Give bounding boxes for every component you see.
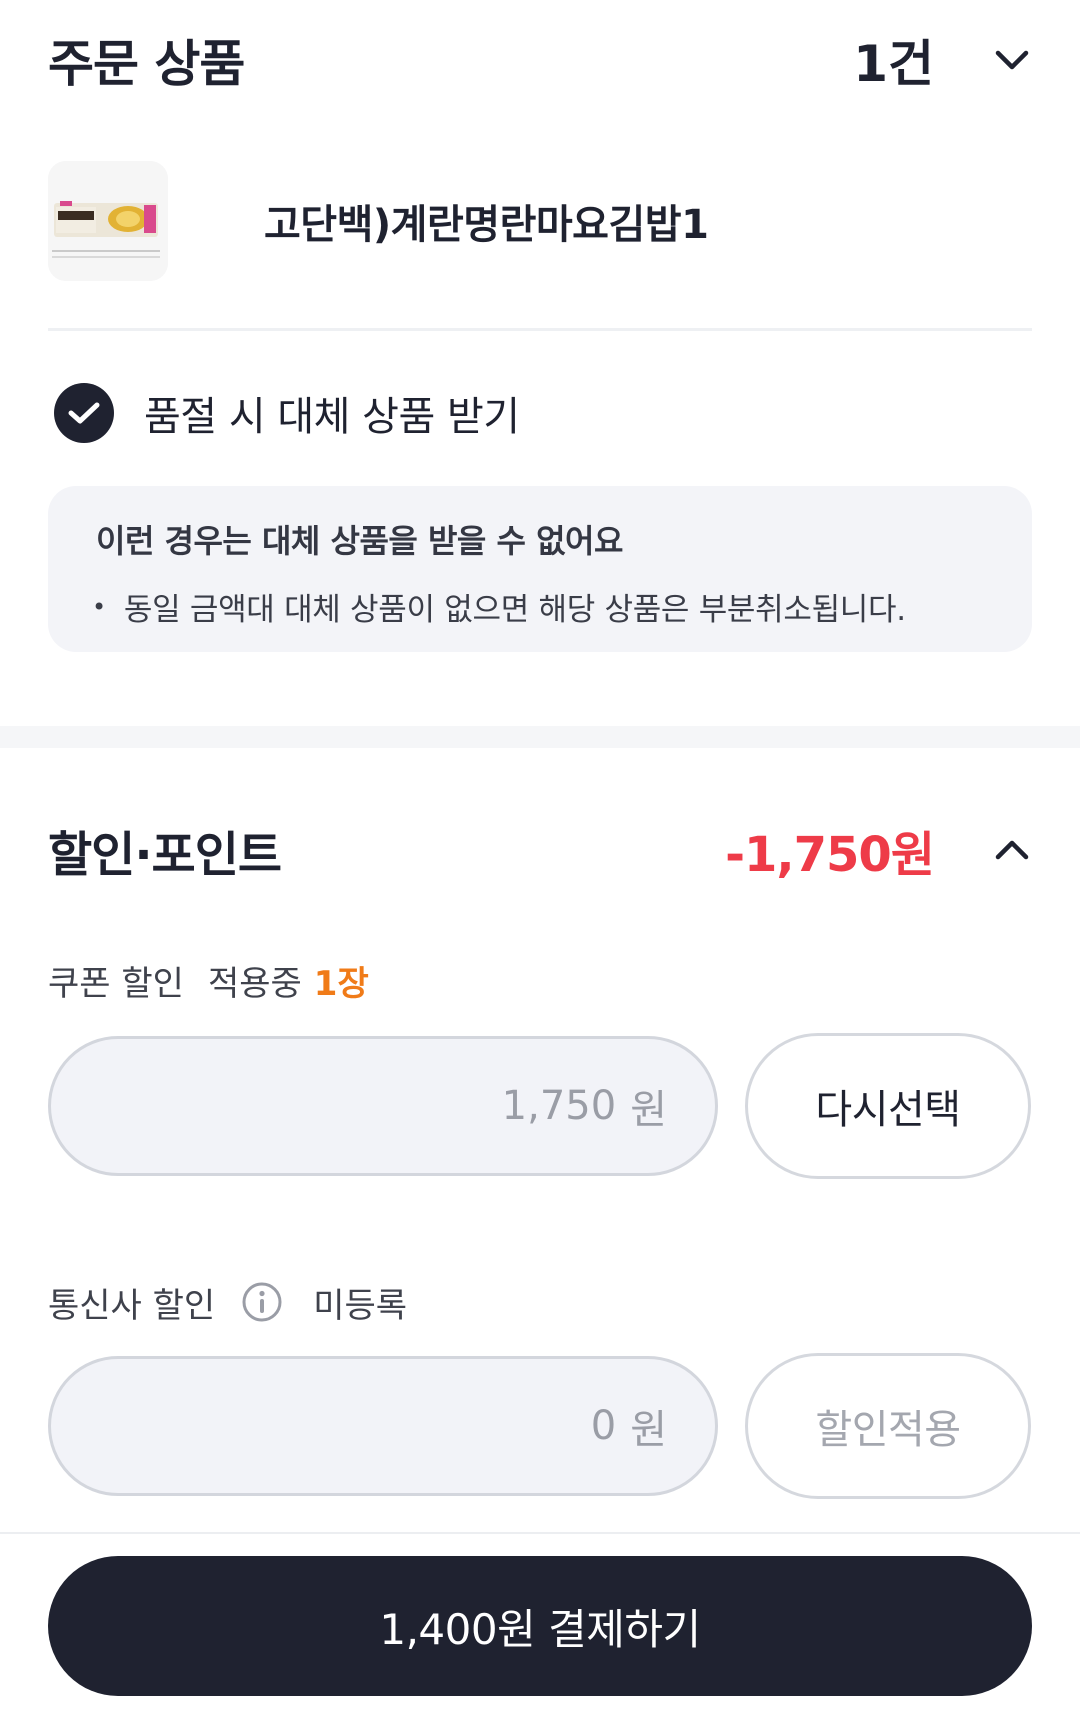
apply-carrier-discount-button[interactable]: 할인적용 [745,1353,1031,1499]
pay-button[interactable]: 1,400원 결제하기 [48,1556,1032,1696]
chevron-down-icon[interactable] [992,40,1032,80]
discount-summary: -1,750원 [725,815,1032,885]
checkout-page: 주문 상품 1건 고단백)계란명란마요김밥1 품절 시 대체 상품 받기 이런 … [0,0,1080,1720]
carrier-status: 미등록 [313,1285,408,1326]
info-icon[interactable] [241,1281,283,1323]
discount-total-amount: -1,750원 [725,827,935,883]
chevron-up-icon[interactable] [992,830,1032,870]
order-item-count: 1건 [853,35,934,93]
substitute-notice-box: 이런 경우는 대체 상품을 받을 수 없어요 • 동일 금액대 대체 상품이 없… [48,486,1032,652]
coupon-amount-field[interactable]: 1,750 원 [48,1036,718,1176]
discount-title: 할인·포인트 [48,827,282,883]
coupon-amount-unit: 원 [630,1087,667,1133]
notice-text: 동일 금액대 대체 상품이 없으면 해당 상품은 부분취소됩니다. [123,592,906,628]
coupon-count: 1장 [313,963,369,1004]
coupon-discount-label: 쿠폰 할인 [48,963,184,1004]
coupon-status: 적용중 [207,963,302,1004]
carrier-amount-value: 0 [590,1403,617,1449]
checkbox-checked-icon[interactable] [54,383,114,443]
discount-header[interactable]: 할인·포인트 -1,750원 [48,810,1032,890]
carrier-amount-field[interactable]: 0 원 [48,1356,718,1496]
notice-line: • 동일 금액대 대체 상품이 없으면 해당 상품은 부분취소됩니다. [92,584,984,629]
product-name: 고단백)계란명란마요김밥1 [264,202,709,248]
bullet: • [92,592,106,621]
order-items-summary: 1건 [853,24,1032,96]
substitute-option-label: 품절 시 대체 상품 받기 [144,394,520,440]
product-thumbnail [48,161,168,281]
reselect-coupon-button[interactable]: 다시선택 [745,1033,1031,1179]
carrier-discount-label: 통신사 할인 [48,1285,216,1326]
coupon-discount-label-row: 쿠폰 할인 적용중 1장 [48,955,369,1005]
substitute-option[interactable]: 품절 시 대체 상품 받기 [54,380,520,446]
carrier-amount-unit: 원 [630,1407,667,1453]
divider [48,328,1032,331]
notice-title: 이런 경우는 대체 상품을 받을 수 없어요 [96,522,623,560]
bottom-divider [0,1532,1080,1534]
product-row: 고단백)계란명란마요김밥1 [48,160,1032,282]
coupon-amount-value: 1,750 [501,1083,617,1129]
order-items-title: 주문 상품 [48,35,245,93]
section-separator [0,726,1080,748]
carrier-discount-label-row: 통신사 할인 미등록 [48,1276,407,1328]
order-items-header[interactable]: 주문 상품 1건 [48,20,1032,100]
